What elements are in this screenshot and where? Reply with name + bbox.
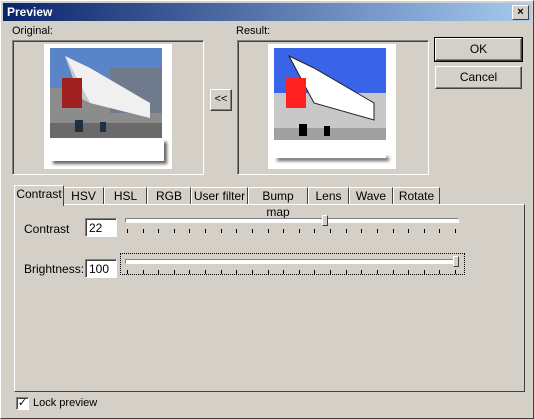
slider-tick bbox=[298, 270, 300, 274]
slider-tick bbox=[408, 270, 410, 274]
slider-tick bbox=[142, 270, 144, 274]
result-image bbox=[274, 48, 386, 158]
original-thumbnail bbox=[44, 44, 172, 169]
title-bar: Preview × bbox=[3, 3, 531, 21]
tab-user-filter[interactable]: User filter bbox=[191, 187, 248, 205]
lock-preview-label: Lock preview bbox=[33, 397, 98, 409]
original-thumbnail-shadow bbox=[50, 139, 164, 161]
slider-tick bbox=[345, 270, 347, 274]
ok-button[interactable]: OK bbox=[434, 37, 523, 62]
brightness-label: Brightness: bbox=[24, 262, 85, 276]
slider-tick bbox=[142, 229, 144, 233]
slider-tick bbox=[439, 229, 441, 233]
contrast-slider-track bbox=[125, 218, 459, 223]
slider-tick bbox=[376, 229, 378, 233]
slider-tick bbox=[455, 270, 456, 274]
slider-tick bbox=[314, 229, 316, 233]
tab-rgb[interactable]: RGB bbox=[147, 187, 191, 205]
slider-tick bbox=[330, 270, 332, 274]
slider-tick bbox=[127, 229, 128, 233]
original-preview-frame bbox=[12, 40, 204, 175]
tab-hsl[interactable]: HSL bbox=[104, 187, 147, 205]
brightness-slider[interactable] bbox=[123, 255, 463, 277]
brightness-value-field[interactable]: 100 bbox=[85, 259, 117, 278]
window-title: Preview bbox=[7, 5, 53, 19]
lock-preview-checkbox[interactable]: ✓ bbox=[16, 397, 29, 410]
copy-result-to-original-button[interactable]: << bbox=[210, 89, 232, 111]
slider-tick bbox=[392, 229, 394, 233]
result-preview-frame bbox=[237, 40, 429, 175]
slider-tick bbox=[361, 229, 363, 233]
tab-hsv[interactable]: HSV bbox=[63, 187, 104, 205]
original-image bbox=[50, 48, 162, 138]
contrast-label: Contrast bbox=[24, 222, 70, 236]
slider-tick bbox=[205, 270, 207, 274]
slider-tick bbox=[158, 270, 160, 274]
brightness-slider-track bbox=[125, 259, 459, 264]
slider-tick bbox=[267, 270, 269, 274]
slider-tick bbox=[408, 229, 410, 233]
tab-rotate[interactable]: Rotate bbox=[393, 187, 440, 205]
slider-tick bbox=[236, 229, 238, 233]
slider-tick bbox=[423, 270, 425, 274]
tab-contrast[interactable]: Contrast bbox=[14, 185, 64, 206]
original-label: Original: bbox=[12, 25, 53, 37]
tab-lens[interactable]: Lens bbox=[308, 187, 349, 205]
slider-tick bbox=[455, 229, 456, 233]
slider-tick bbox=[220, 270, 222, 274]
slider-tick bbox=[189, 229, 191, 233]
preview-dialog: Preview × Original: << Result: OK Cancel… bbox=[0, 0, 534, 419]
slider-tick bbox=[376, 270, 378, 274]
result-thumbnail bbox=[268, 44, 396, 169]
slider-tick bbox=[345, 229, 347, 233]
slider-tick bbox=[330, 229, 332, 233]
contrast-slider-thumb[interactable] bbox=[321, 215, 328, 226]
slider-tick bbox=[158, 229, 160, 233]
check-mark-icon: ✓ bbox=[17, 397, 28, 409]
slider-tick bbox=[205, 229, 207, 233]
slider-tick bbox=[392, 270, 394, 274]
slider-tick bbox=[314, 270, 316, 274]
tab-wave[interactable]: Wave bbox=[349, 187, 393, 205]
slider-tick bbox=[173, 270, 175, 274]
close-button[interactable]: × bbox=[512, 5, 529, 20]
brightness-slider-thumb[interactable] bbox=[453, 256, 459, 267]
slider-tick bbox=[220, 229, 222, 233]
slider-tick bbox=[251, 229, 253, 233]
slider-tick bbox=[423, 229, 425, 233]
slider-tick bbox=[189, 270, 191, 274]
contrast-value-field[interactable]: 22 bbox=[85, 218, 117, 237]
slider-tick bbox=[298, 229, 300, 233]
cancel-button[interactable]: Cancel bbox=[435, 66, 522, 89]
slider-tick bbox=[267, 229, 269, 233]
result-label: Result: bbox=[236, 25, 271, 37]
contrast-slider[interactable] bbox=[123, 214, 463, 236]
slider-tick bbox=[439, 270, 441, 274]
slider-tick bbox=[236, 270, 238, 274]
result-thumbnail-shadow bbox=[274, 154, 386, 158]
slider-tick bbox=[283, 270, 285, 274]
slider-tick bbox=[251, 270, 253, 274]
slider-tick bbox=[361, 270, 363, 274]
slider-tick bbox=[283, 229, 285, 233]
tab-bump-map[interactable]: Bump map bbox=[248, 187, 308, 219]
slider-tick bbox=[127, 270, 128, 274]
slider-tick bbox=[173, 229, 175, 233]
